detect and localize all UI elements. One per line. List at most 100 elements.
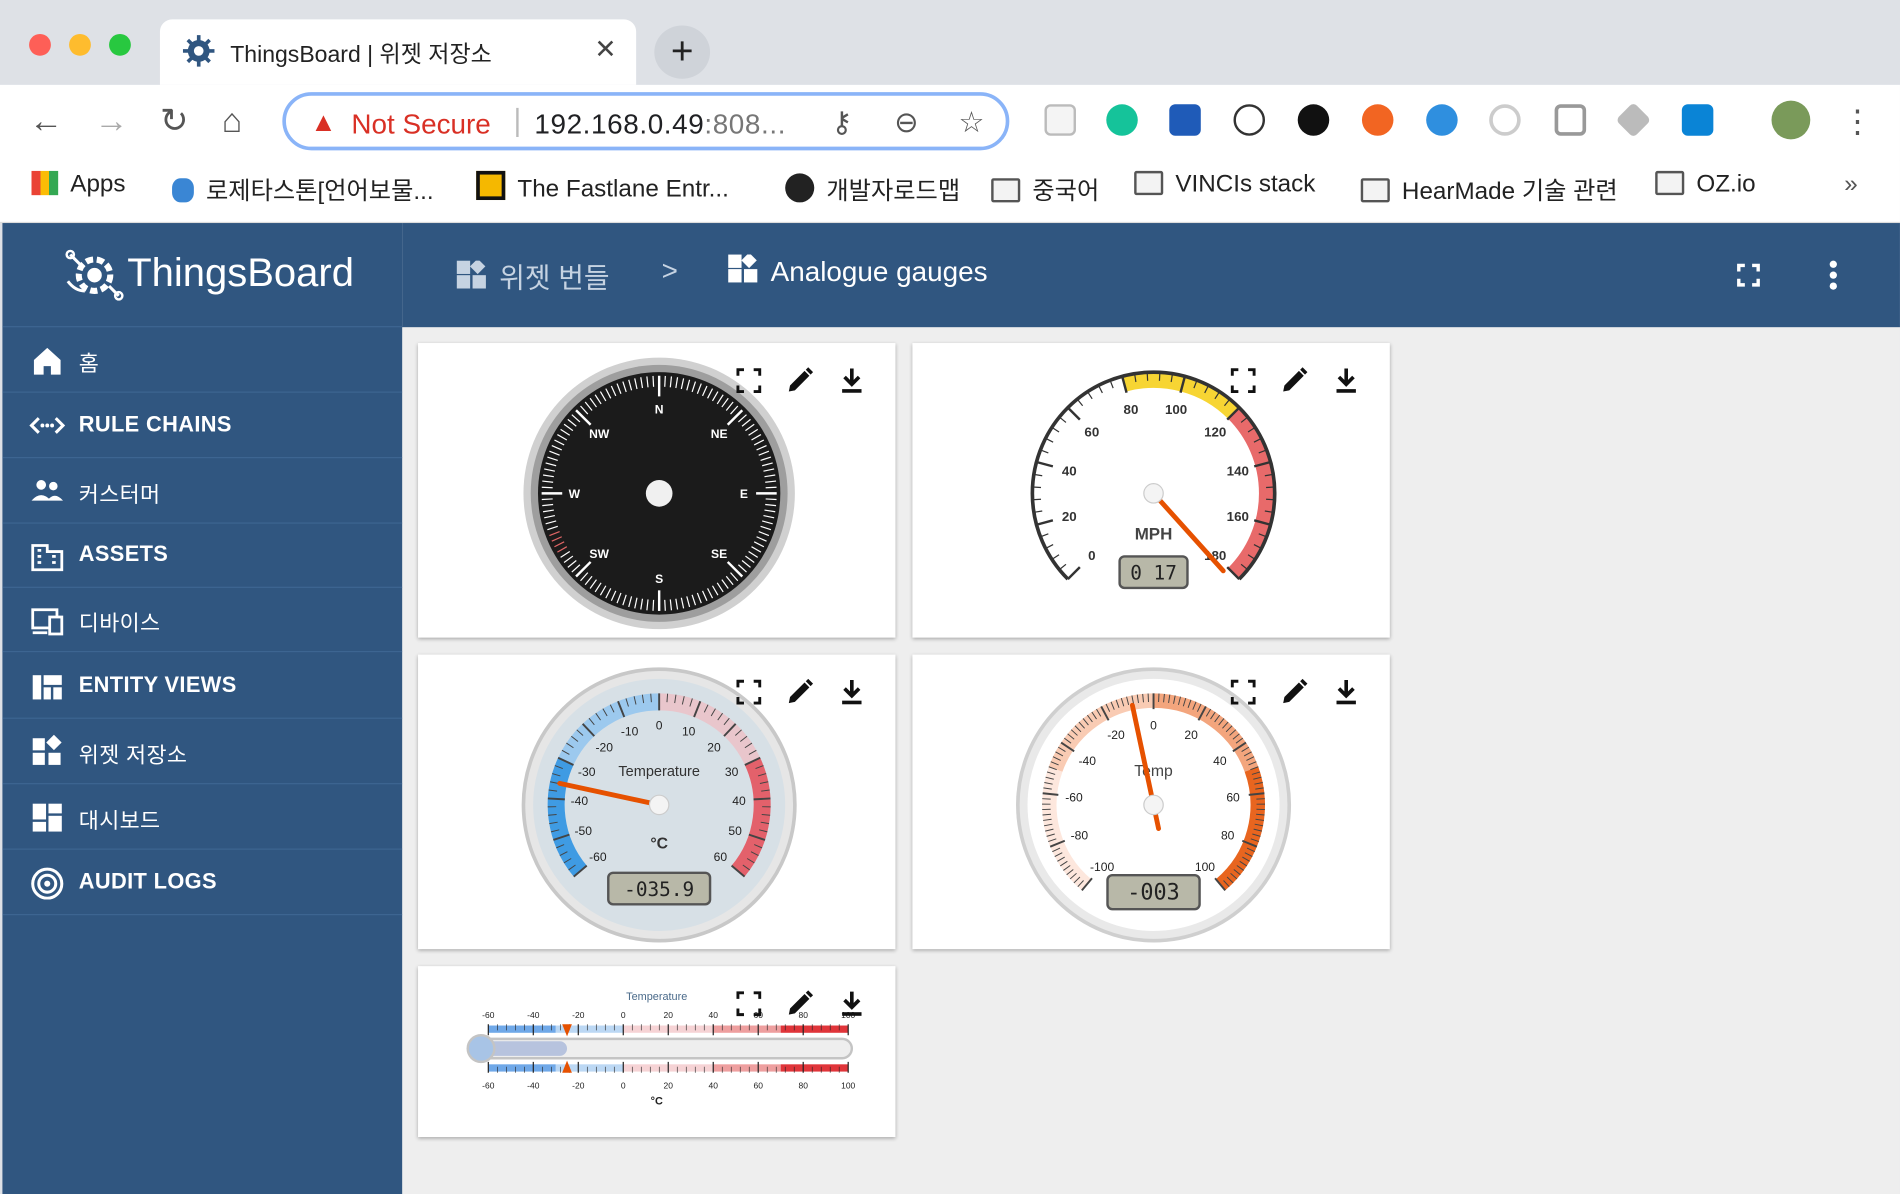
forward-icon[interactable]: → — [95, 102, 129, 141]
breadcrumb-separator: > — [661, 254, 678, 287]
fullscreen-icon[interactable] — [733, 988, 765, 1020]
menu-item-devices[interactable]: 디바이스 — [2, 587, 403, 653]
rosetta-icon — [172, 178, 194, 203]
tempr-tick — [666, 693, 669, 703]
extension-icon[interactable] — [1044, 104, 1076, 136]
profile-avatar[interactable] — [1771, 100, 1811, 140]
widget-card-temp-gauge[interactable]: -100 -80 -60 -40 -20 0 20 40 60 80 100 Temp -003 — [912, 654, 1390, 950]
download-icon[interactable] — [1330, 365, 1362, 397]
temp-tick-label: 80 — [1221, 829, 1235, 843]
globe-extension-icon[interactable] — [1426, 104, 1458, 136]
url-text[interactable]: 192.168.0.49:808... — [534, 108, 786, 141]
home-icon[interactable]: ⌂ — [222, 102, 243, 141]
compass-direction-label: NE — [711, 427, 728, 441]
download-icon[interactable] — [836, 365, 868, 397]
menu-item-customers[interactable]: 커스터머 — [2, 458, 403, 524]
fullscreen-icon[interactable] — [733, 676, 765, 708]
browser-tab[interactable]: ThingsBoard | 위젯 저장소 ✕ — [159, 19, 637, 85]
thingsboard-favicon-icon — [182, 34, 216, 74]
widget-card-temperature-radial[interactable]: -60 -50 -40 -30 -20 -10 0 10 20 30 40 50 60 Temperatu… — [418, 654, 896, 950]
thermo-tick-label-bottom: 40 — [709, 1081, 719, 1091]
widget-card-speedometer[interactable]: 0 20 40 60 80 100 120 140 160 180 MPH 0 17 — [912, 343, 1390, 638]
thermo-title: Temperature — [626, 991, 687, 1003]
menu-item-home[interactable]: 홈 — [2, 327, 403, 393]
bookmark-chinese[interactable]: 중국어 — [991, 171, 1099, 206]
compass-tick — [541, 486, 553, 489]
thermo-tick-label-bottom: -40 — [527, 1081, 540, 1091]
fullscreen-icon[interactable] — [733, 365, 765, 397]
json-extension-icon[interactable] — [1233, 104, 1266, 136]
not-secure-label[interactable]: Not Secure — [351, 108, 490, 141]
edit-icon[interactable] — [784, 365, 816, 397]
app-header: 위젯 번들 > Analogue gauges — [402, 223, 1900, 328]
bookmark-hearmade[interactable]: HearMade 기술 관련 — [1360, 171, 1618, 206]
grammarly-icon[interactable] — [1106, 104, 1138, 136]
folder-icon — [1134, 170, 1164, 196]
fullscreen-icon[interactable] — [1227, 365, 1259, 397]
menu-item-rule-chains[interactable]: RULE CHAINS — [2, 393, 403, 459]
lifebuoy-extension-icon[interactable] — [1361, 104, 1394, 136]
thermo-band-bottom — [488, 1064, 556, 1072]
maximize-window-button[interactable] — [109, 33, 131, 56]
edit-icon[interactable] — [1278, 365, 1310, 397]
menu-item-widgets-library[interactable]: 위젯 저장소 — [2, 719, 403, 785]
bookmark-vincis[interactable]: VINCIs stack — [1134, 170, 1315, 199]
tempr-tick-label: -60 — [589, 850, 607, 864]
bookmark-fastlane[interactable]: The Fastlane Entr... — [476, 170, 729, 204]
speed-tick — [1076, 398, 1084, 407]
address-bar[interactable]: ▲ Not Secure 192.168.0.49:808... ⚷ ⊖ ☆ — [282, 92, 1010, 151]
menu-item-assets[interactable]: ASSETS — [2, 522, 403, 588]
bookmark-apps[interactable]: Apps — [31, 170, 126, 199]
temp-tick-label: 0 — [1150, 719, 1157, 733]
bookmark-dev-roadmap[interactable]: 개발자로드맵 — [785, 171, 960, 206]
edit-icon[interactable] — [784, 988, 816, 1020]
menu-item-audit-logs[interactable]: AUDIT LOGS — [2, 850, 403, 916]
browser-menu-icon[interactable]: ⋮ — [1842, 102, 1874, 141]
logo-area[interactable]: ThingsBoard — [2, 223, 403, 328]
bookmarks-overflow-icon[interactable]: » — [1844, 171, 1857, 199]
clock-extension-icon[interactable] — [1297, 104, 1330, 136]
zoom-icon[interactable]: ⊖ — [894, 105, 918, 140]
edit-icon[interactable] — [1278, 676, 1310, 708]
close-window-button[interactable] — [29, 33, 51, 56]
speed-tick — [1067, 566, 1081, 580]
minimize-window-button[interactable] — [69, 33, 91, 56]
speed-tick — [1045, 437, 1054, 443]
thermo-tick-label-top: 40 — [709, 1010, 719, 1020]
new-tab-button[interactable]: + — [654, 25, 711, 79]
edit-icon[interactable] — [784, 676, 816, 708]
tempr-tick-label: 10 — [682, 724, 696, 738]
speed-tick — [1097, 385, 1103, 394]
compass-direction-label: NW — [589, 427, 610, 441]
temp-tick-label: 40 — [1213, 754, 1227, 768]
reader-extension-icon[interactable] — [1554, 104, 1587, 136]
tag-extension-icon[interactable] — [1615, 102, 1652, 138]
bookmark-rosetta[interactable]: 로제타스톤[언어보물... — [172, 171, 434, 206]
bookmark-extension-icon[interactable] — [1169, 104, 1201, 136]
widget-card-compass[interactable]: N NE E SE S SW W NW — [418, 343, 896, 638]
back-icon[interactable]: ← — [29, 102, 63, 141]
fullscreen-icon[interactable] — [1730, 257, 1766, 293]
download-icon[interactable] — [1330, 676, 1362, 708]
bookmark-ozio[interactable]: OZ.io — [1655, 170, 1756, 199]
trello-icon[interactable] — [1681, 104, 1714, 136]
g-extension-icon[interactable] — [1489, 104, 1521, 136]
tab-close-icon[interactable]: ✕ — [594, 34, 616, 66]
assets-icon — [29, 538, 65, 572]
key-icon[interactable]: ⚷ — [831, 105, 852, 140]
fullscreen-icon[interactable] — [1227, 676, 1259, 708]
temp-tick-label: -40 — [1078, 754, 1096, 768]
widget-card-thermometer[interactable]: Temperature -60 -60 -40 -40 -20 -20 0 0 20 20 40 40 6… — [418, 966, 896, 1138]
speed-tick-label: 20 — [1062, 509, 1077, 524]
reload-icon[interactable]: ↻ — [160, 102, 188, 141]
menu-item-dashboards[interactable]: 대시보드 — [2, 784, 403, 850]
compass-tick — [541, 498, 553, 501]
menu-item-entity-views[interactable]: ENTITY VIEWS — [2, 653, 403, 719]
bookmark-star-icon[interactable]: ☆ — [958, 105, 984, 140]
compass-tick — [765, 498, 777, 501]
more-vert-icon[interactable] — [1815, 257, 1851, 293]
download-icon[interactable] — [836, 676, 868, 708]
breadcrumb-widget-bundles[interactable]: 위젯 번들 — [456, 255, 610, 300]
download-icon[interactable] — [836, 988, 868, 1020]
speed-tick — [1087, 391, 1093, 400]
